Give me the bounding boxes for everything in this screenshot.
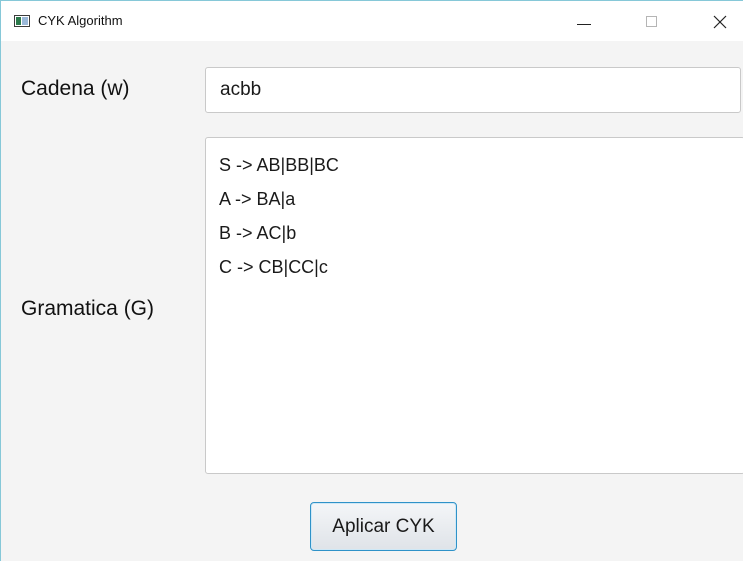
maximize-icon	[646, 16, 657, 27]
string-input[interactable]	[205, 67, 741, 113]
cyk-window: CYK Algorithm Cadena (w) Gramatica (G) A…	[0, 0, 743, 561]
minimize-button[interactable]	[561, 1, 607, 41]
grammar-textarea[interactable]	[205, 137, 743, 474]
grammar-label: Gramatica (G)	[21, 297, 155, 320]
close-button[interactable]	[697, 1, 743, 41]
string-label: Cadena (w)	[21, 77, 130, 100]
title-bar[interactable]: CYK Algorithm	[1, 1, 743, 41]
minimize-icon	[577, 24, 591, 25]
app-icon	[14, 15, 30, 27]
window-title: CYK Algorithm	[38, 13, 123, 28]
close-icon	[713, 15, 727, 29]
maximize-button[interactable]	[629, 1, 675, 41]
apply-cyk-button[interactable]: Aplicar CYK	[310, 502, 457, 551]
